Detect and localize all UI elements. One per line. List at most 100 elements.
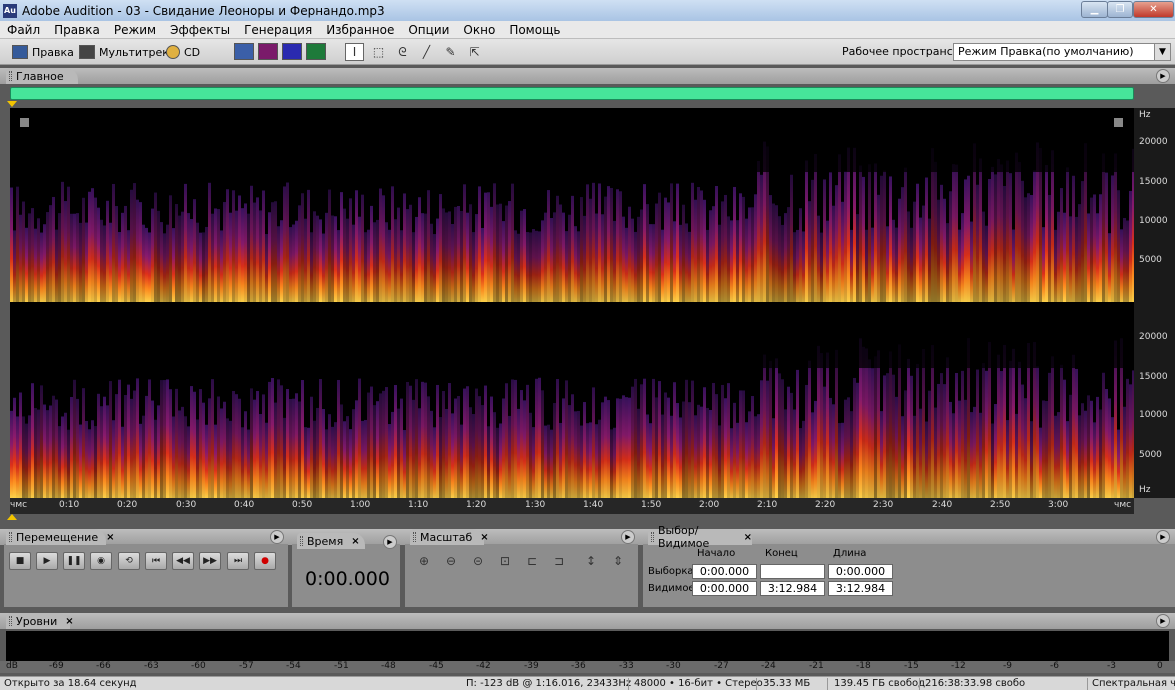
spectrum-channel-left[interactable] bbox=[10, 108, 1134, 302]
spectrum-column bbox=[871, 227, 874, 302]
playhead-marker-icon[interactable] bbox=[7, 101, 17, 107]
hz-tick: 5000 bbox=[1139, 255, 1162, 265]
spectrum-column bbox=[607, 186, 610, 302]
workspace-select[interactable]: Режим Правка(по умолчанию) ▼ bbox=[953, 43, 1171, 61]
spectrum-column bbox=[1123, 406, 1126, 498]
spectrum-column bbox=[571, 394, 574, 498]
zoom-in-horizontal-icon[interactable]: ⊕ bbox=[414, 552, 434, 570]
playhead-bottom-marker-icon[interactable] bbox=[7, 514, 17, 520]
record-button[interactable]: ● bbox=[254, 552, 276, 570]
spectrum-column bbox=[889, 351, 892, 498]
zoom-right-edge-icon[interactable]: ⊐ bbox=[549, 552, 569, 570]
time-selection-tool-icon[interactable]: I bbox=[345, 43, 364, 61]
close-icon[interactable]: × bbox=[65, 616, 73, 627]
spectral-display-button[interactable] bbox=[258, 43, 278, 60]
marquee-tool-icon[interactable]: ⬚ bbox=[369, 43, 388, 61]
spectrum-column bbox=[196, 222, 199, 302]
db-tick: -30 bbox=[666, 661, 681, 671]
menu-window[interactable]: Окно bbox=[456, 23, 502, 37]
selection-start-field[interactable]: 0:00.000 bbox=[692, 564, 757, 579]
spectrum-column bbox=[64, 412, 67, 498]
view-start-field[interactable]: 0:00.000 bbox=[692, 581, 757, 596]
zoom-out-horizontal-icon[interactable]: ⊖ bbox=[441, 552, 461, 570]
overview-bar[interactable] bbox=[10, 87, 1134, 100]
maximize-icon[interactable]: ❐ bbox=[1107, 1, 1133, 18]
time-ruler[interactable]: чмс 0:10 0:20 0:30 0:40 0:50 1:00 1:10 1… bbox=[10, 498, 1134, 514]
spectral-display[interactable] bbox=[10, 108, 1134, 498]
tab-time[interactable]: Время × bbox=[297, 533, 365, 549]
play-from-cursor-button[interactable]: ◉ bbox=[90, 552, 112, 570]
brush-tool-icon[interactable]: ╱ bbox=[417, 43, 436, 61]
rewind-button[interactable]: ◀◀ bbox=[172, 552, 194, 570]
spectrum-column bbox=[745, 422, 748, 498]
tab-zoom[interactable]: Масштаб × bbox=[410, 529, 489, 545]
selection-length-field[interactable]: 0:00.000 bbox=[828, 564, 893, 579]
selection-end-field[interactable] bbox=[760, 564, 825, 579]
close-icon[interactable]: × bbox=[744, 532, 752, 543]
scrub-tool-icon[interactable]: ⇱ bbox=[465, 43, 484, 61]
chevron-down-icon[interactable]: ▼ bbox=[1154, 44, 1170, 60]
close-icon[interactable]: × bbox=[351, 536, 359, 547]
spectrum-column bbox=[1066, 421, 1069, 498]
spectrum-column bbox=[757, 160, 760, 302]
zoom-in-vertical-icon[interactable]: ↕ bbox=[581, 552, 601, 570]
multitrack-view-button[interactable]: Мультитрек bbox=[79, 43, 169, 61]
tab-main[interactable]: Главное bbox=[6, 68, 78, 84]
panel-menu-icon[interactable]: ▶ bbox=[383, 535, 397, 549]
panel-menu-icon[interactable]: ▶ bbox=[270, 530, 284, 544]
tab-levels[interactable]: Уровни × bbox=[6, 613, 74, 629]
zoom-corner-right-icon[interactable] bbox=[1114, 118, 1123, 127]
zoom-corner-left-icon[interactable] bbox=[20, 118, 29, 127]
pause-button[interactable]: ❚❚ bbox=[63, 552, 85, 570]
menu-file[interactable]: Файл bbox=[0, 23, 47, 37]
waveform-display-button[interactable] bbox=[234, 43, 254, 60]
menu-help[interactable]: Помощь bbox=[502, 23, 567, 37]
fast-forward-button[interactable]: ▶▶ bbox=[199, 552, 221, 570]
zoom-out-full-icon[interactable]: ⊝ bbox=[468, 552, 488, 570]
spectrum-column bbox=[169, 195, 172, 302]
view-end-field[interactable]: 3:12.984 bbox=[760, 581, 825, 596]
stop-button[interactable]: ■ bbox=[9, 552, 31, 570]
zoom-left-edge-icon[interactable]: ⊏ bbox=[522, 552, 542, 570]
menu-favorites[interactable]: Избранное bbox=[319, 23, 401, 37]
panel-menu-icon[interactable]: ▶ bbox=[1156, 530, 1170, 544]
minimize-icon[interactable]: ▁ bbox=[1081, 1, 1108, 18]
panel-menu-icon[interactable]: ▶ bbox=[1156, 69, 1170, 83]
menu-edit[interactable]: Правка bbox=[47, 23, 107, 37]
db-tick: -15 bbox=[904, 661, 919, 671]
tab-selection[interactable]: Выбор/Видимое × bbox=[648, 524, 752, 550]
spectrum-column bbox=[865, 348, 868, 498]
menu-options[interactable]: Опции bbox=[401, 23, 456, 37]
zoom-to-selection-icon[interactable]: ⊡ bbox=[495, 552, 515, 570]
tab-transport[interactable]: Перемещение × bbox=[6, 529, 114, 545]
zoom-out-vertical-icon[interactable]: ⇕ bbox=[608, 552, 628, 570]
menu-view[interactable]: Режим bbox=[107, 23, 163, 37]
panel-menu-icon[interactable]: ▶ bbox=[1156, 614, 1170, 628]
view-length-field[interactable]: 3:12.984 bbox=[828, 581, 893, 596]
go-to-end-button[interactable]: ⏭ bbox=[227, 552, 249, 570]
menu-generate[interactable]: Генерация bbox=[237, 23, 319, 37]
spectrum-column bbox=[151, 208, 154, 302]
spectral-pan-button[interactable] bbox=[282, 43, 302, 60]
menu-effects[interactable]: Эффекты bbox=[163, 23, 237, 37]
loop-button[interactable]: ⟲ bbox=[118, 552, 140, 570]
spectrum-column bbox=[43, 404, 46, 498]
spectrum-column bbox=[799, 208, 802, 302]
spectrum-column bbox=[646, 414, 649, 498]
spectrum-column bbox=[682, 401, 685, 498]
lasso-tool-icon[interactable]: ᘓ bbox=[393, 43, 412, 61]
spectrum-channel-right[interactable] bbox=[10, 304, 1134, 498]
close-icon[interactable]: ✕ bbox=[1133, 1, 1174, 18]
spectrum-column bbox=[403, 193, 406, 302]
go-to-start-button[interactable]: ⏮ bbox=[145, 552, 167, 570]
close-icon[interactable]: × bbox=[106, 532, 114, 543]
spot-healing-tool-icon[interactable]: ✎ bbox=[441, 43, 460, 61]
close-icon[interactable]: × bbox=[480, 532, 488, 543]
cd-view-button[interactable]: CD bbox=[166, 43, 200, 61]
panel-menu-icon[interactable]: ▶ bbox=[621, 530, 635, 544]
play-button[interactable]: ▶ bbox=[36, 552, 58, 570]
spectrum-column bbox=[310, 232, 313, 302]
edit-view-button[interactable]: Правка bbox=[12, 43, 74, 61]
spectral-phase-button[interactable] bbox=[306, 43, 326, 60]
spectrum-column bbox=[589, 198, 592, 302]
